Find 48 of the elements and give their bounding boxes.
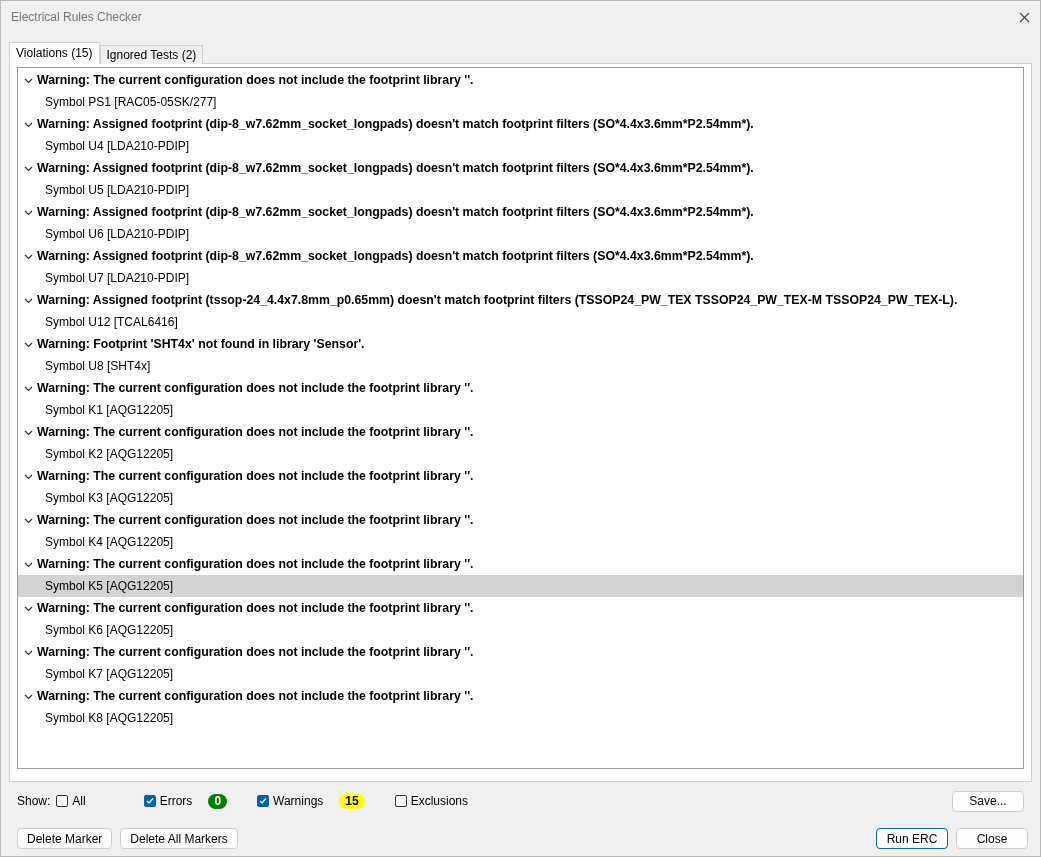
violation-message[interactable]: Warning: Assigned footprint (dip-8_w7.62mm_socket_longpads) doesn't match footprint filters (SO*4.4x3.6mm*P2.54mm*). [37,161,754,175]
delete-button[interactable]: Delete All Markers [120,828,238,849]
count-badge: 0 [208,793,228,809]
show-label: Show: [17,794,51,808]
violation-message[interactable]: Warning: The current configuration does not include the footprint library ''. [37,557,474,571]
violation-item[interactable]: Symbol K1 [AQG12205] [18,399,1023,421]
filter-checkbox[interactable]: Warnings [257,794,324,808]
filter-checkbox[interactable]: Errors [143,794,193,808]
violation-message[interactable]: Warning: The current configuration does not include the footprint library ''. [37,425,474,439]
violation-item[interactable]: Symbol K5 [AQG12205] [18,575,1023,597]
dialog-button[interactable]: Close [956,828,1028,849]
close-icon[interactable] [1019,11,1030,23]
violation-message[interactable]: Warning: The current configuration does not include the footprint library ''. [37,645,474,659]
violation-message[interactable]: Warning: Assigned footprint (dip-8_w7.62mm_socket_longpads) doesn't match footprint filters (SO*4.4x3.6mm*P2.54mm*). [37,249,754,263]
violation-item[interactable]: Symbol U12 [TCAL6416] [18,311,1023,333]
violation-message[interactable]: Warning: The current configuration does not include the footprint library ''. [37,513,474,527]
violation-item[interactable]: Symbol K2 [AQG12205] [18,443,1023,465]
violation-item[interactable]: Symbol U6 [LDA210-PDIP] [18,223,1023,245]
violation-item[interactable]: Symbol U4 [LDA210-PDIP] [18,135,1023,157]
violation-message[interactable]: Warning: Assigned footprint (dip-8_w7.62mm_socket_longpads) doesn't match footprint filters (SO*4.4x3.6mm*P2.54mm*). [37,205,754,219]
violation-message[interactable]: Warning: The current configuration does not include the footprint library ''. [37,601,474,615]
violation-message[interactable]: Warning: Assigned footprint (dip-8_w7.62mm_socket_longpads) doesn't match footprint filters (SO*4.4x3.6mm*P2.54mm*). [37,117,754,131]
violation-item[interactable]: Symbol K8 [AQG12205] [18,707,1023,729]
violation-item[interactable]: Symbol PS1 [RAC05-05SK/277] [18,91,1023,113]
violation-message[interactable]: Warning: The current configuration does not include the footprint library ''. [37,381,474,395]
checkmark-icon [145,797,154,805]
violation-item[interactable]: Symbol K3 [AQG12205] [18,487,1023,509]
violation-message[interactable]: Warning: The current configuration does not include the footprint library ''. [37,469,474,483]
tab[interactable]: Ignored Tests (2) [99,45,204,64]
violation-item[interactable]: Symbol K7 [AQG12205] [18,663,1023,685]
filter-checkbox[interactable]: All [56,794,86,808]
count-badge: 15 [339,793,365,809]
checkmark-icon [259,797,268,805]
violation-message[interactable]: Warning: The current configuration does not include the footprint library ''. [37,73,474,87]
violation-item[interactable]: Symbol U5 [LDA210-PDIP] [18,179,1023,201]
violation-message[interactable]: Warning: Assigned footprint (tssop-24_4.4x7.8mm_p0.65mm) doesn't match footprint filters (TSSOP24_PW_TEX TSSOP24_PW_TEX-M TSSOP24_PW_TEX-L). [37,293,958,307]
window-title: Electrical Rules Checker [11,10,142,24]
violation-message[interactable]: Warning: The current configuration does not include the footprint library ''. [37,689,474,703]
violation-message[interactable]: Warning: Footprint 'SHT4x' not found in library 'Sensor'. [37,337,365,351]
violation-item[interactable]: Symbol K6 [AQG12205] [18,619,1023,641]
tab[interactable]: Violations (15) [9,42,100,64]
save-button[interactable]: Save... [952,790,1024,812]
filter-checkbox[interactable]: Exclusions [394,794,469,808]
violation-item[interactable]: Symbol U8 [SHT4x] [18,355,1023,377]
violation-item[interactable]: Symbol U7 [LDA210-PDIP] [18,267,1023,289]
delete-button[interactable]: Delete Marker [17,828,113,849]
violation-item[interactable]: Symbol K4 [AQG12205] [18,531,1023,553]
dialog-button[interactable]: Run ERC [876,828,948,849]
